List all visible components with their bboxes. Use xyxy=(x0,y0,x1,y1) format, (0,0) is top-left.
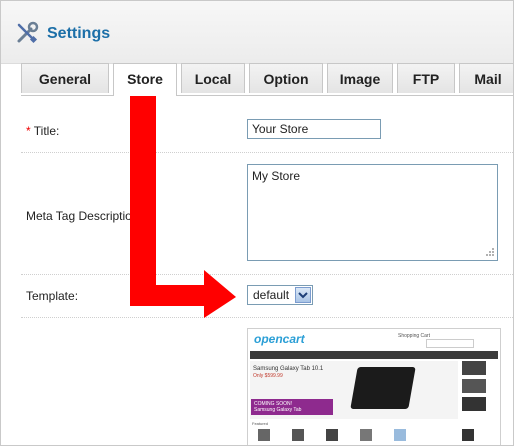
tab-ftp[interactable]: FTP xyxy=(397,63,455,93)
preview-featured-label: Featured xyxy=(252,421,269,426)
template-row: Template: default xyxy=(21,275,513,318)
select-button[interactable] xyxy=(295,287,311,303)
preview-product-5 xyxy=(394,429,406,441)
title-label-text: Title: xyxy=(30,124,60,138)
settings-tabs: General Store Local Option Image FTP Mai… xyxy=(21,63,513,96)
preview-thumb-2 xyxy=(462,379,486,393)
preview-banner: Samsung Galaxy Tab 10.1 Only $599.99 COM… xyxy=(250,361,458,419)
meta-description-label: Meta Tag Description: xyxy=(26,209,142,223)
template-preview-image: opencart Shopping Cart Samsung Galaxy Ta… xyxy=(247,328,501,445)
preview-product-4 xyxy=(360,429,372,441)
store-settings-form: * Title: Meta Tag Description: My Store … xyxy=(21,96,513,445)
preview-tablet-image xyxy=(350,367,416,409)
tab-general[interactable]: General xyxy=(21,63,109,93)
meta-description-textarea[interactable]: My Store xyxy=(247,164,498,261)
tab-mail[interactable]: Mail xyxy=(459,63,513,93)
template-label: Template: xyxy=(26,289,79,303)
preview-topbar: opencart Shopping Cart xyxy=(248,329,500,351)
preview-product-1 xyxy=(258,429,270,441)
wrench-screwdriver-icon xyxy=(17,21,39,44)
tab-image[interactable]: Image xyxy=(327,63,393,93)
preview-banner-price: Only $599.99 xyxy=(253,373,283,379)
preview-product-6 xyxy=(462,429,474,441)
tab-option[interactable]: Option xyxy=(249,63,323,93)
preview-thumb-3 xyxy=(462,397,486,411)
preview-product-2 xyxy=(292,429,304,441)
preview-banner-title: Samsung Galaxy Tab 10.1 xyxy=(253,366,324,372)
tab-local[interactable]: Local xyxy=(181,63,245,93)
settings-window: Settings General Store Local Option Imag… xyxy=(0,0,514,446)
template-select-value: default xyxy=(253,288,290,302)
preview-product-3 xyxy=(326,429,338,441)
title-row: * Title: xyxy=(21,96,513,153)
chevron-down-icon xyxy=(298,292,308,299)
preview-thumb-1 xyxy=(462,361,486,375)
title-input[interactable] xyxy=(247,119,381,139)
meta-description-row: Meta Tag Description: My Store xyxy=(21,153,513,275)
preview-cta-line-2: Samsung Galaxy Tab xyxy=(254,407,302,413)
preview-banner-cta: COMING SOON! Samsung Galaxy Tab xyxy=(251,399,333,415)
opencart-logo: opencart xyxy=(254,332,305,346)
preview-search-box xyxy=(426,339,474,348)
preview-navbar xyxy=(250,351,498,359)
template-select[interactable]: default xyxy=(247,285,313,305)
title-label: * Title: xyxy=(26,124,59,138)
resize-grip-icon[interactable] xyxy=(485,247,495,257)
settings-header: Settings xyxy=(1,1,513,64)
page-title: Settings xyxy=(47,25,111,42)
tab-store[interactable]: Store xyxy=(113,63,177,96)
